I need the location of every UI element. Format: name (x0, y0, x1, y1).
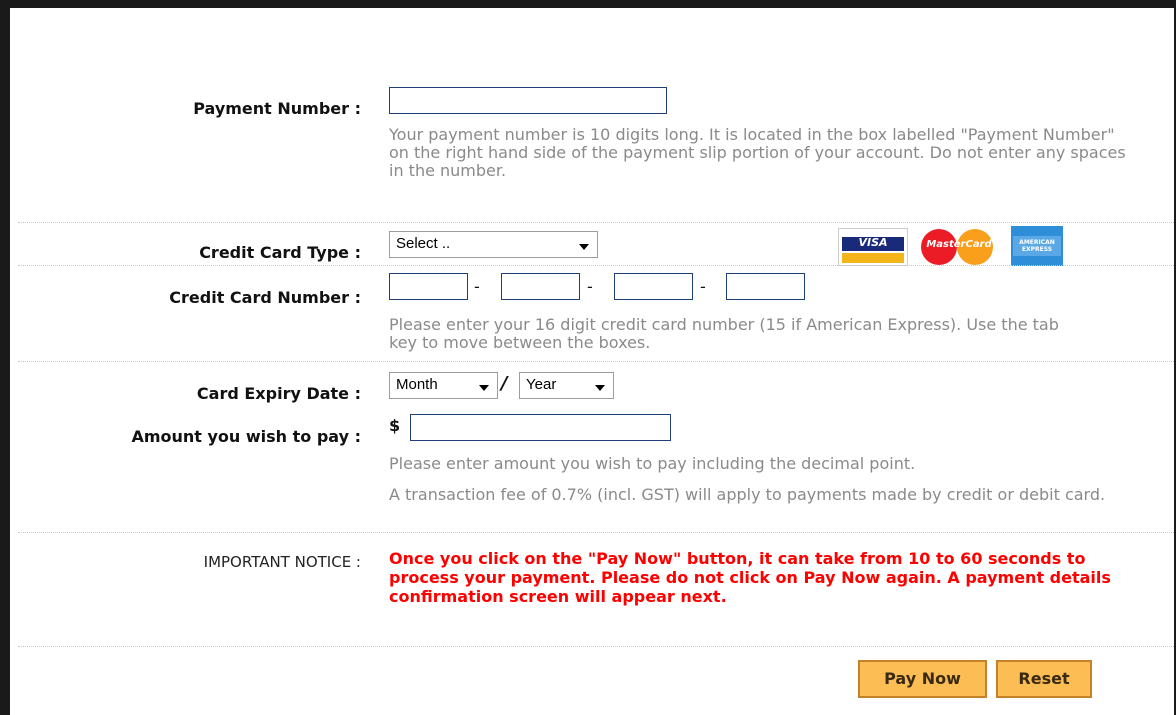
reset-button[interactable]: Reset (996, 660, 1092, 698)
pay-now-button[interactable]: Pay Now (858, 660, 987, 698)
card-number-part-2[interactable] (501, 273, 580, 300)
payment-number-help: Your payment number is 10 digits long. I… (389, 125, 1126, 180)
card-type-select[interactable]: Select .. (389, 231, 598, 258)
amex-logo: AMERICAN EXPRESS (1011, 226, 1063, 266)
card-number-separator: - (700, 277, 706, 296)
amount-label: Amount you wish to pay : (131, 427, 361, 446)
card-number-part-3[interactable] (614, 273, 693, 300)
card-number-label: Credit Card Number : (169, 288, 361, 307)
card-type-label: Credit Card Type : (199, 243, 361, 262)
expiry-separator: / (501, 373, 508, 394)
divider (18, 222, 1174, 223)
card-number-part-4[interactable] (726, 273, 805, 300)
divider (18, 361, 1174, 362)
divider (18, 646, 1174, 647)
amount-help: Please enter amount you wish to pay incl… (389, 454, 916, 473)
chevron-down-icon (595, 385, 605, 391)
expiry-year-selected: Year (526, 376, 557, 393)
card-number-part-1[interactable] (389, 273, 468, 300)
expiry-month-selected: Month (396, 376, 438, 393)
payment-number-label: Payment Number : (193, 99, 361, 118)
chevron-down-icon (579, 244, 589, 250)
notice-text: Once you click on the "Pay Now" button, … (389, 549, 1111, 606)
divider (18, 532, 1174, 533)
card-number-separator: - (474, 277, 480, 296)
chevron-down-icon (479, 385, 489, 391)
card-number-help: Please enter your 16 digit credit card n… (389, 315, 1059, 352)
expiry-year-select[interactable]: Year (519, 372, 614, 399)
payment-number-input[interactable] (389, 87, 667, 114)
notice-label: IMPORTANT NOTICE : (203, 553, 361, 571)
currency-symbol: $ (389, 416, 401, 435)
expiry-month-select[interactable]: Month (389, 372, 498, 399)
visa-logo: VISA (838, 228, 908, 266)
expiry-label: Card Expiry Date : (196, 384, 361, 403)
card-type-selected: Select .. (396, 235, 451, 252)
amount-input[interactable] (410, 414, 671, 441)
card-number-separator: - (587, 277, 593, 296)
divider (18, 265, 1174, 266)
fee-note: A transaction fee of 0.7% (incl. GST) wi… (389, 485, 1106, 504)
mastercard-logo: MasterCard (917, 227, 1001, 267)
